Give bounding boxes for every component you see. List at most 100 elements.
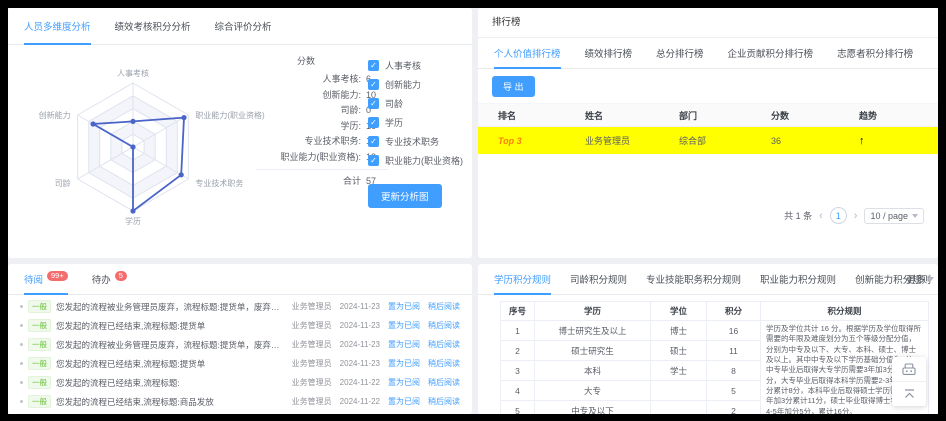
checkbox-hr-assessment[interactable]: 人事考核 xyxy=(368,60,463,71)
checkbox-label: 专业技术职务 xyxy=(385,135,439,148)
cell-name: 业务管理员 xyxy=(584,127,678,155)
assistant-button[interactable] xyxy=(892,357,926,381)
message-date: 2024-11-22 xyxy=(340,378,380,387)
message-list: 一般 您发起的流程被业务管理员废弃，流程标题:提货单，废弃说明: 业务管理员 2… xyxy=(8,295,472,411)
cell-education: 硕士研究生 xyxy=(535,341,651,361)
cell-degree xyxy=(651,381,707,401)
mark-read-link[interactable]: 置为已阅 xyxy=(388,301,420,312)
message-date: 2024-11-22 xyxy=(340,397,380,406)
checkbox-vocational-ability[interactable]: 职业能力(职业资格) xyxy=(368,155,463,166)
cell-degree: 硕士 xyxy=(651,341,707,361)
tab-performance-points[interactable]: 绩效考核积分分析 xyxy=(115,8,191,44)
tab-total-score-ranking[interactable]: 总分排行榜 xyxy=(656,38,704,68)
page-size-select[interactable]: 10 / page xyxy=(864,208,924,224)
priority-tag: 一般 xyxy=(28,300,51,313)
message-user: 业务管理员 xyxy=(292,396,332,407)
cell-education: 大专 xyxy=(535,381,651,401)
checkbox-label: 人事考核 xyxy=(385,59,421,72)
message-item[interactable]: 一般 您发起的流程已经结束,流程标题: 业务管理员 2024-11-22 置为已… xyxy=(8,373,472,392)
tab-personnel-multidim[interactable]: 人员多维度分析 xyxy=(24,8,91,44)
leaderboard-tabs: 个人价值排行榜 绩效排行榜 总分排行榜 企业贡献积分排行榜 志愿者积分排行榜 xyxy=(478,38,938,69)
export-button[interactable]: 导 出 xyxy=(492,76,535,97)
tab-to-read[interactable]: 待阅 99+ xyxy=(24,264,68,294)
message-date: 2024-11-23 xyxy=(340,340,380,349)
svg-text:学历: 学历 xyxy=(125,216,141,226)
leaderboard-row-highlighted[interactable]: Top 3 业务管理员 综合部 36 ↑ xyxy=(478,127,938,155)
svg-text:创新能力: 创新能力 xyxy=(39,110,71,120)
tab-vocational-ability-rules[interactable]: 职业能力积分规则 xyxy=(760,264,836,294)
col-trend: 趋势 xyxy=(858,104,938,127)
tab-comprehensive-eval[interactable]: 综合评价分析 xyxy=(215,8,272,44)
tab-to-do[interactable]: 待办 5 xyxy=(92,264,127,294)
read-later-link[interactable]: 稍后阅读 xyxy=(428,396,460,407)
checkbox-innovation[interactable]: 创新能力 xyxy=(368,79,463,90)
floating-toolbar xyxy=(892,357,926,406)
page-number[interactable]: 1 xyxy=(830,207,847,224)
chevron-down-icon xyxy=(928,277,934,281)
read-later-link[interactable]: 稍后阅读 xyxy=(428,339,460,350)
message-date: 2024-11-23 xyxy=(340,321,380,330)
score-label: 创新能力: xyxy=(256,90,361,101)
checkbox-label: 学历 xyxy=(385,116,403,129)
message-text: 您发起的流程已经结束,流程标题:提货单 xyxy=(56,320,205,332)
checkbox-label: 创新能力 xyxy=(385,78,421,91)
to-do-count-badge: 5 xyxy=(115,271,127,281)
cell-degree: 博士 xyxy=(651,321,707,341)
tab-tenure-rules[interactable]: 司龄积分规则 xyxy=(570,264,627,294)
read-later-link[interactable]: 稍后阅读 xyxy=(428,301,460,312)
mark-read-link[interactable]: 置为已阅 xyxy=(388,358,420,369)
rules-row: 1 博士研究生及以上 博士 16 学历及学位共计 16 分。根据学历及学位取得所… xyxy=(501,321,929,341)
mark-read-link[interactable]: 置为已阅 xyxy=(388,320,420,331)
update-chart-button[interactable]: 更新分析图 xyxy=(368,184,442,208)
cell-no: 5 xyxy=(501,401,535,414)
mark-read-link[interactable]: 置为已阅 xyxy=(388,377,420,388)
tab-enterprise-contribution-ranking[interactable]: 企业贡献积分排行榜 xyxy=(728,38,814,68)
score-header: 分数 xyxy=(256,54,356,67)
tab-performance-ranking[interactable]: 绩效排行榜 xyxy=(585,38,633,68)
priority-tag: 一般 xyxy=(28,376,51,389)
mark-read-link[interactable]: 置为已阅 xyxy=(388,339,420,350)
assistant-icon xyxy=(902,363,916,376)
cell-no: 2 xyxy=(501,341,535,361)
prev-page-button[interactable]: ‹ xyxy=(819,210,823,222)
checkbox-label: 职业能力(职业资格) xyxy=(385,154,463,167)
cell-no: 4 xyxy=(501,381,535,401)
message-item[interactable]: 一般 您发起的流程被业务管理员废弃，流程标题:提货单，废弃说明: 业务管理员 2… xyxy=(8,297,472,316)
bullet-dot-icon xyxy=(20,362,23,365)
next-page-button[interactable]: › xyxy=(854,210,858,222)
more-tabs-button[interactable]: 更多 xyxy=(906,264,934,294)
analysis-tabs: 人员多维度分析 绩效考核积分分析 综合评价分析 xyxy=(8,8,472,45)
message-user: 业务管理员 xyxy=(292,377,332,388)
tab-volunteer-points-ranking[interactable]: 志愿者积分排行榜 xyxy=(837,38,913,68)
back-to-top-button[interactable] xyxy=(892,382,926,406)
message-item[interactable]: 一般 您发起的流程已经结束,流程标题:商品发放 业务管理员 2024-11-22… xyxy=(8,392,472,411)
message-item[interactable]: 一般 您发起的流程已经结束,流程标题:提货单 业务管理员 2024-11-23 … xyxy=(8,354,472,373)
tab-professional-title-rules[interactable]: 专业技能职务积分规则 xyxy=(646,264,741,294)
priority-tag: 一般 xyxy=(28,357,51,370)
col-education: 学历 xyxy=(535,302,651,321)
rules-table: 序号 学历 学位 积分 积分规则 1 博士研究生及以上 博士 16 学历及学位共… xyxy=(500,301,929,414)
checkbox-tenure[interactable]: 司龄 xyxy=(368,98,463,109)
tab-label: 待阅 xyxy=(24,272,43,286)
message-item[interactable]: 一般 您发起的流程已经结束,流程标题:提货单 业务管理员 2024-11-23 … xyxy=(8,316,472,335)
rules-card: 学历积分规则 司龄积分规则 专业技能职务积分规则 职业能力积分规则 创新能力积分… xyxy=(478,264,938,414)
col-no: 序号 xyxy=(501,302,535,321)
read-later-link[interactable]: 稍后阅读 xyxy=(428,320,460,331)
messages-card: 待阅 99+ 待办 5 一般 您发起的流程被业务管理员废弃，流程标题:提货单，废… xyxy=(8,264,472,414)
col-rule: 积分规则 xyxy=(761,302,929,321)
checkbox-checked-icon xyxy=(368,60,379,71)
checkbox-professional-title[interactable]: 专业技术职务 xyxy=(368,136,463,147)
mark-read-link[interactable]: 置为已阅 xyxy=(388,396,420,407)
col-score: 分数 xyxy=(770,104,858,127)
leaderboard-title: 排行榜 xyxy=(478,8,938,38)
read-later-link[interactable]: 稍后阅读 xyxy=(428,377,460,388)
tab-personal-value-ranking[interactable]: 个人价值排行榜 xyxy=(494,38,561,68)
cell-points: 8 xyxy=(707,361,761,381)
read-later-link[interactable]: 稍后阅读 xyxy=(428,358,460,369)
cell-points: 11 xyxy=(707,341,761,361)
svg-text:职业能力(职业资格): 职业能力(职业资格) xyxy=(195,110,265,120)
checkbox-education[interactable]: 学历 xyxy=(368,117,463,128)
tab-education-rules[interactable]: 学历积分规则 xyxy=(494,264,551,294)
message-item[interactable]: 一般 您发起的流程被业务管理员废弃，流程标题:提货单，废弃说明: 业务管理员 2… xyxy=(8,335,472,354)
score-label: 人事考核: xyxy=(256,74,361,85)
